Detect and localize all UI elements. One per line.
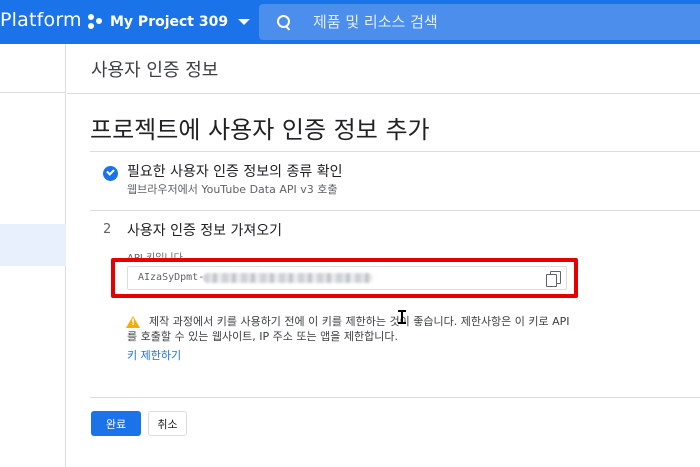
- cancel-button[interactable]: 취소: [148, 411, 187, 436]
- restrict-key-link[interactable]: 키 제한하기: [127, 347, 181, 363]
- section-title: 사용자 인증 정보: [91, 60, 219, 81]
- step1-title: 필요한 사용자 인증 정보의 종류 확인: [127, 164, 343, 180]
- api-key-value: AIzaSyDpmt-: [138, 272, 205, 283]
- warning-text: 제작 과정에서 키를 사용하기 전에 이 키를 제한하는 것이 좋습니다. 제한…: [127, 315, 570, 343]
- project-selector[interactable]: My Project 309: [88, 0, 251, 44]
- copy-icon[interactable]: [546, 271, 561, 287]
- step2-title: 사용자 인증 정보 가져오기: [127, 223, 283, 239]
- divider: [90, 397, 700, 398]
- page-title: 프로젝트에 사용자 인증 정보 추가: [90, 116, 430, 144]
- brand-title: Platform: [0, 9, 82, 31]
- api-key-field[interactable]: AIzaSyDpmt-: [127, 266, 567, 290]
- step2-number: 2: [103, 222, 112, 237]
- divider: [90, 210, 700, 211]
- nav-divider: [0, 92, 66, 93]
- search-icon: [277, 15, 291, 29]
- nav-item-active[interactable]: [0, 224, 66, 266]
- left-nav: [0, 44, 66, 467]
- project-icon: [88, 14, 104, 30]
- step1-subtitle: 웹브라우저에서 YouTube Data API v3 호출: [127, 183, 338, 196]
- divider: [90, 151, 700, 152]
- page-header: 사용자 인증 정보: [67, 44, 700, 94]
- search-input[interactable]: [313, 13, 673, 31]
- chevron-down-icon: [238, 19, 251, 25]
- text-cursor-icon: [397, 309, 407, 325]
- redacted-key: [203, 273, 373, 283]
- search-bar[interactable]: [259, 4, 700, 40]
- done-button[interactable]: 완료: [91, 411, 141, 436]
- top-bar: Platform My Project 309: [0, 0, 700, 44]
- project-name: My Project 309: [110, 14, 229, 30]
- check-circle-icon: [103, 166, 118, 181]
